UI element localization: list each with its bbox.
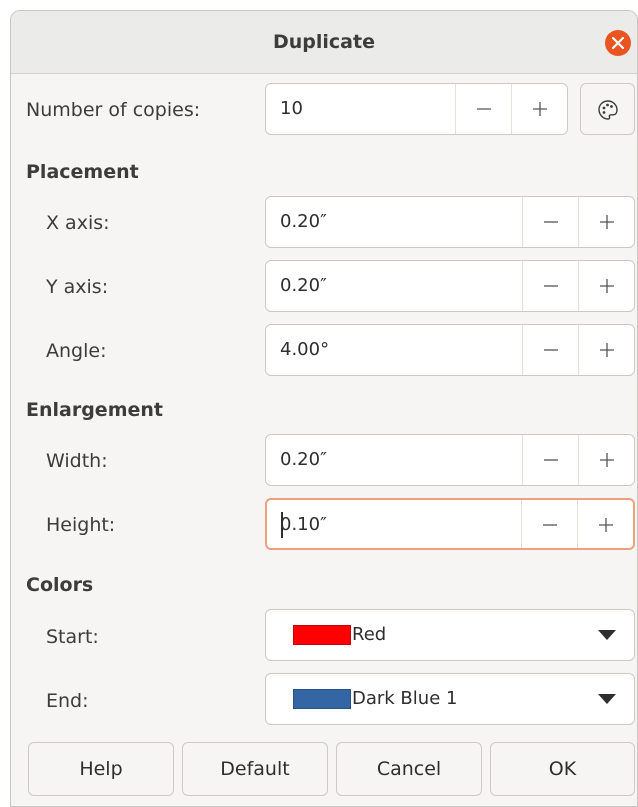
- minus-icon: [544, 349, 558, 351]
- angle-value[interactable]: 4.00°: [280, 325, 329, 375]
- copies-decrement-button[interactable]: [455, 84, 511, 134]
- height-increment-button[interactable]: [577, 500, 633, 548]
- chevron-down-icon: [598, 694, 616, 704]
- height-spinbox[interactable]: 0.10″: [265, 498, 635, 550]
- minus-icon: [543, 524, 557, 526]
- copies-spinbox[interactable]: 10: [265, 83, 568, 135]
- title-bar: Duplicate: [11, 11, 637, 74]
- plus-icon: [600, 215, 614, 229]
- duplicate-dialog: Duplicate Number of copies: 10 Placement…: [10, 10, 638, 807]
- height-decrement-button[interactable]: [521, 500, 577, 548]
- placement-heading: Placement: [26, 161, 139, 183]
- y-axis-label: Y axis:: [46, 276, 109, 298]
- angle-spinbox[interactable]: 4.00°: [265, 324, 635, 376]
- copies-label: Number of copies:: [26, 99, 201, 121]
- minus-icon: [544, 459, 558, 461]
- values-from-selection-button[interactable]: [580, 83, 635, 135]
- colors-heading: Colors: [26, 574, 94, 596]
- start-color-dropdown[interactable]: Red: [265, 609, 635, 661]
- plus-icon: [600, 343, 614, 357]
- height-label: Height:: [46, 514, 116, 536]
- start-color-label: Start:: [46, 626, 99, 648]
- plus-icon: [533, 102, 547, 116]
- angle-increment-button[interactable]: [578, 325, 634, 375]
- x-axis-label: X axis:: [46, 212, 110, 234]
- chevron-down-icon: [598, 630, 616, 640]
- ok-button[interactable]: OK: [490, 742, 635, 796]
- close-button[interactable]: [605, 30, 631, 56]
- help-button[interactable]: Help: [28, 742, 174, 796]
- minus-icon: [477, 108, 491, 110]
- default-button[interactable]: Default: [182, 742, 328, 796]
- start-color-swatch: [293, 625, 351, 645]
- end-color-dropdown[interactable]: Dark Blue 1: [265, 673, 635, 725]
- angle-decrement-button[interactable]: [522, 325, 578, 375]
- close-icon: [612, 37, 624, 49]
- angle-label: Angle:: [46, 340, 107, 362]
- plus-icon: [600, 279, 614, 293]
- x-axis-increment-button[interactable]: [578, 197, 634, 247]
- minus-icon: [544, 285, 558, 287]
- end-color-label: End:: [46, 690, 89, 712]
- y-axis-value[interactable]: 0.20″: [280, 261, 327, 311]
- cancel-button[interactable]: Cancel: [336, 742, 482, 796]
- color-palette-icon: [598, 100, 618, 120]
- y-axis-decrement-button[interactable]: [522, 261, 578, 311]
- dialog-title: Duplicate: [273, 31, 375, 53]
- width-label: Width:: [46, 450, 108, 472]
- plus-icon: [600, 453, 614, 467]
- copies-value[interactable]: 10: [280, 84, 303, 134]
- y-axis-spinbox[interactable]: 0.20″: [265, 260, 635, 312]
- copies-increment-button[interactable]: [511, 84, 567, 134]
- width-decrement-button[interactable]: [522, 435, 578, 485]
- x-axis-value[interactable]: 0.20″: [280, 197, 327, 247]
- x-axis-decrement-button[interactable]: [522, 197, 578, 247]
- plus-icon: [599, 518, 613, 532]
- y-axis-increment-button[interactable]: [578, 261, 634, 311]
- width-spinbox[interactable]: 0.20″: [265, 434, 635, 486]
- end-color-swatch: [293, 689, 351, 709]
- width-increment-button[interactable]: [578, 435, 634, 485]
- height-value[interactable]: 0.10″: [280, 500, 327, 548]
- enlargement-heading: Enlargement: [26, 399, 163, 421]
- start-color-value: Red: [352, 624, 387, 645]
- end-color-value: Dark Blue 1: [352, 688, 458, 709]
- minus-icon: [544, 221, 558, 223]
- width-value[interactable]: 0.20″: [280, 435, 327, 485]
- x-axis-spinbox[interactable]: 0.20″: [265, 196, 635, 248]
